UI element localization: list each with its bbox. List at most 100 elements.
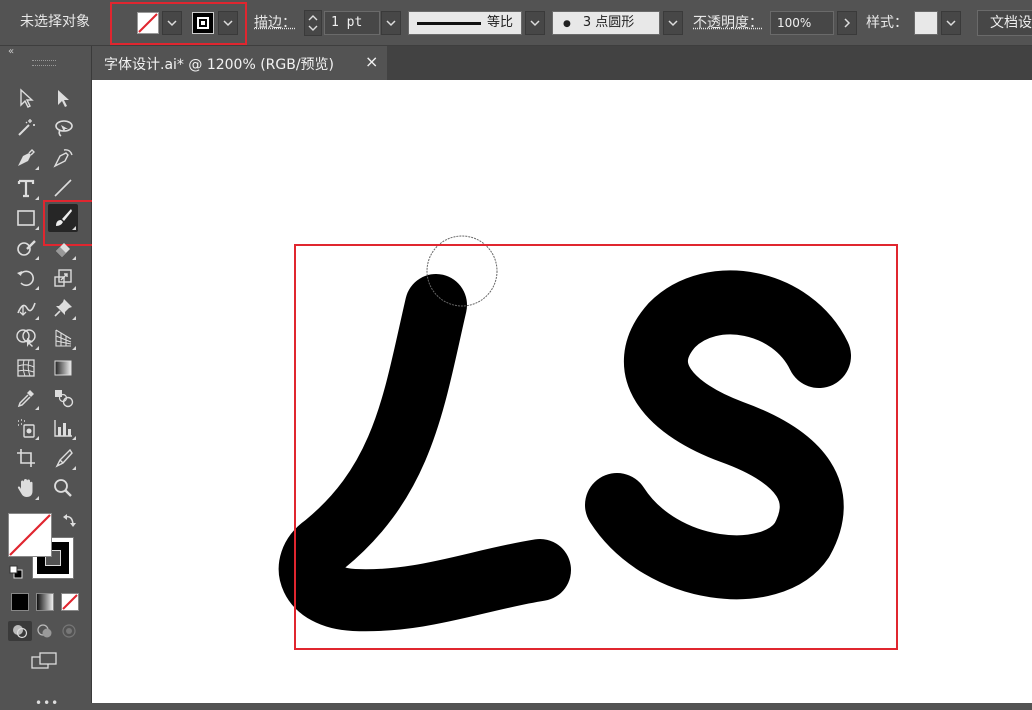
slice-tool[interactable] — [48, 444, 78, 472]
line-segment-tool[interactable] — [48, 174, 78, 202]
fill-dropdown[interactable] — [162, 11, 182, 35]
rotate-tool[interactable] — [11, 264, 41, 292]
brush-definition[interactable]: ● 3 点圆形 — [552, 11, 660, 35]
mesh-tool[interactable] — [11, 354, 41, 382]
variable-width-profile[interactable]: 等比 — [408, 11, 522, 35]
chevron-down-icon — [946, 18, 956, 28]
puppet-warp-tool[interactable] — [48, 294, 78, 322]
gradient-icon — [52, 357, 74, 379]
rectangle-icon — [15, 207, 37, 229]
close-tab-icon[interactable]: × — [365, 52, 378, 71]
eraser-icon — [52, 237, 74, 259]
style-dropdown[interactable] — [941, 11, 961, 35]
blend-icon — [52, 387, 74, 409]
pen-tool[interactable] — [11, 144, 41, 172]
column-graph-tool[interactable] — [48, 414, 78, 442]
none-fill-icon — [138, 13, 158, 33]
stroke-weight-input[interactable]: 1 pt — [324, 11, 380, 35]
brush-dropdown[interactable] — [663, 11, 683, 35]
document-tab[interactable]: 字体设计.ai* @ 1200% (RGB/预览) × — [92, 46, 387, 80]
artwork-highlight — [294, 244, 898, 650]
eraser-tool[interactable] — [48, 234, 78, 262]
panel-grip[interactable] — [32, 60, 56, 66]
width-icon — [15, 297, 37, 319]
stroke-square-icon — [193, 13, 213, 33]
shaper-icon — [15, 237, 37, 259]
swap-arrows-icon — [62, 512, 78, 528]
stroke-swatch[interactable] — [192, 12, 214, 34]
none-slash-icon — [62, 594, 78, 610]
shape-builder-tool[interactable] — [11, 324, 41, 352]
rectangle-tool[interactable] — [11, 204, 41, 232]
draw-inside-button[interactable] — [58, 621, 80, 641]
none-mode-button[interactable] — [61, 593, 79, 611]
direct-selection-arrow-icon — [52, 87, 74, 109]
hand-icon — [15, 477, 37, 499]
style-label: 样式： — [866, 13, 908, 33]
chevron-down-icon — [386, 18, 396, 28]
stroke-dropdown[interactable] — [218, 11, 238, 35]
profile-dropdown[interactable] — [525, 11, 545, 35]
color-mode-button[interactable] — [11, 593, 29, 611]
direct-selection-tool[interactable] — [48, 84, 78, 112]
profile-line — [417, 22, 481, 25]
fill-swatch[interactable] — [137, 12, 159, 34]
collapse-panel-icon[interactable]: « — [8, 46, 14, 57]
selection-arrow-icon — [15, 87, 37, 109]
type-tool[interactable] — [11, 174, 41, 202]
curvature-tool[interactable] — [48, 144, 78, 172]
opacity-label[interactable]: 不透明度： — [693, 13, 763, 33]
stroke-weight-stepper[interactable] — [304, 10, 322, 36]
opacity-input[interactable]: 100% — [770, 11, 834, 35]
stepper-arrows-icon — [305, 11, 321, 35]
gradient-tool[interactable] — [48, 354, 78, 382]
artboard-canvas[interactable] — [92, 80, 1032, 703]
blend-tool[interactable] — [48, 384, 78, 412]
stroke-label[interactable]: 描边： — [254, 13, 296, 33]
document-setup-button[interactable]: 文档设 — [977, 10, 1032, 36]
curvature-pen-icon — [52, 147, 74, 169]
none-fill-icon — [9, 514, 51, 556]
chevron-down-icon — [668, 18, 678, 28]
profile-label: 等比 — [487, 13, 513, 33]
tools-panel: « ••• — [0, 46, 92, 703]
type-t-icon — [15, 177, 37, 199]
zoom-tool[interactable] — [48, 474, 78, 502]
eyedropper-icon — [15, 387, 37, 409]
symbol-sprayer-icon — [15, 417, 37, 439]
chevron-down-icon — [530, 18, 540, 28]
brush-dot-icon: ● — [563, 19, 571, 29]
draw-behind-button[interactable] — [34, 621, 56, 641]
stroke-weight-dropdown[interactable] — [381, 11, 401, 35]
artboard-tool[interactable] — [11, 444, 41, 472]
magic-wand-tool[interactable] — [11, 114, 41, 142]
fill-color-proxy[interactable] — [8, 513, 52, 557]
draw-normal-button[interactable] — [8, 621, 32, 641]
default-colors-icon — [9, 565, 23, 579]
artboard-icon — [15, 447, 37, 469]
selection-tool[interactable] — [11, 84, 41, 112]
document-tab-title: 字体设计.ai* @ 1200% (RGB/预览) — [104, 54, 334, 74]
scale-icon — [52, 267, 74, 289]
swap-fill-stroke[interactable] — [62, 512, 78, 528]
scale-tool[interactable] — [48, 264, 78, 292]
chevron-down-icon — [167, 18, 177, 28]
line-segment-icon — [52, 177, 74, 199]
default-fill-stroke[interactable] — [9, 565, 23, 579]
lasso-tool[interactable] — [48, 114, 78, 142]
symbol-sprayer-tool[interactable] — [11, 414, 41, 442]
perspective-grid-tool[interactable] — [48, 324, 78, 352]
edit-toolbar-icon[interactable]: ••• — [35, 696, 59, 710]
pen-nib-icon — [15, 147, 37, 169]
chevron-right-icon — [842, 18, 852, 28]
draw-behind-icon — [34, 621, 56, 641]
hand-tool[interactable] — [11, 474, 41, 502]
screen-mode-button[interactable] — [30, 651, 60, 673]
width-tool[interactable] — [11, 294, 41, 322]
eyedropper-tool[interactable] — [11, 384, 41, 412]
shaper-tool[interactable] — [11, 234, 41, 262]
column-graph-icon — [52, 417, 74, 439]
gradient-mode-button[interactable] — [36, 593, 54, 611]
graphic-style-swatch[interactable] — [914, 11, 938, 35]
opacity-flyout[interactable] — [837, 11, 857, 35]
